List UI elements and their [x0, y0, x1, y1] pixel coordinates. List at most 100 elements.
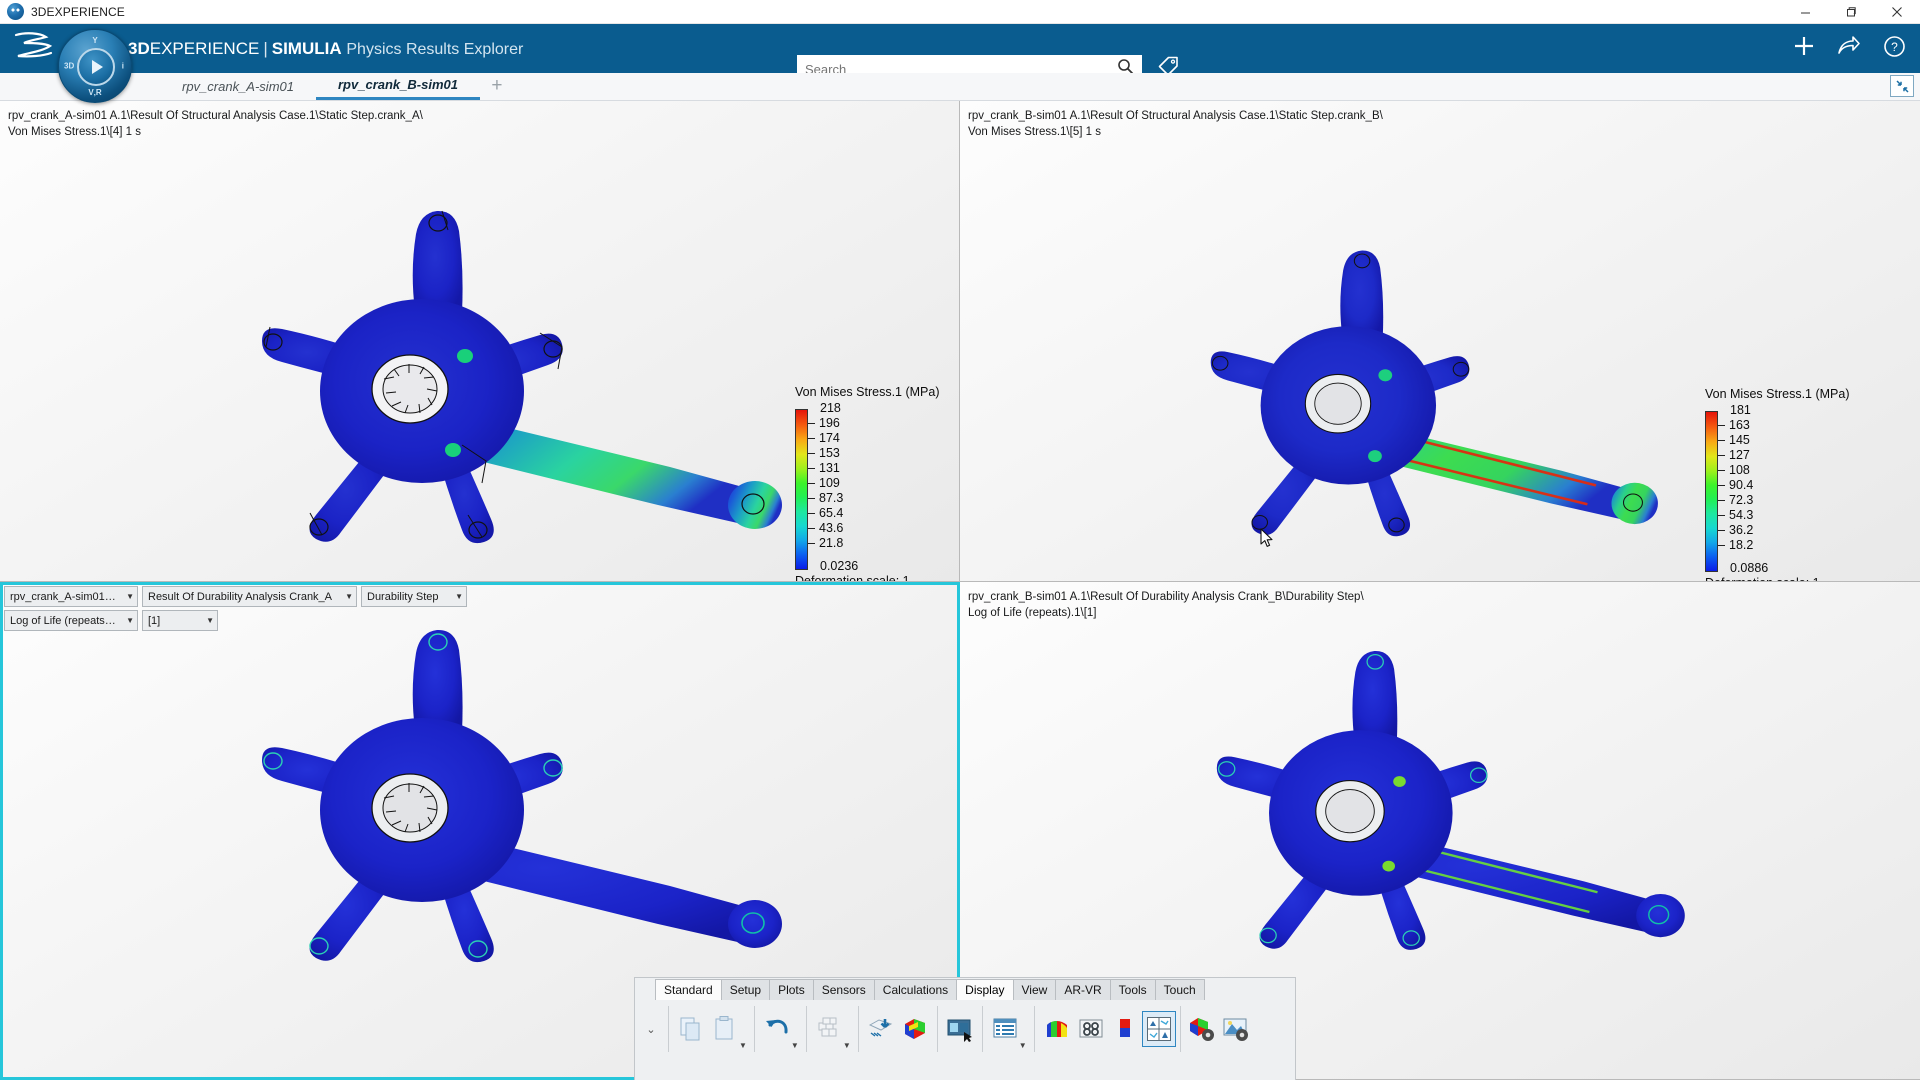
viewport-top-left[interactable]: rpv_crank_A-sim01 A.1\Result Of Structur…: [0, 101, 960, 582]
legend-top-right-title: Von Mises Stress.1 (MPa): [1705, 387, 1850, 401]
action-tab-plots[interactable]: Plots: [769, 979, 814, 1000]
brand-app-name: Physics Results Explorer: [346, 41, 523, 58]
paste-icon[interactable]: [708, 1011, 742, 1047]
window-title: 3DEXPERIENCE: [31, 5, 125, 19]
action-tab-display[interactable]: Display: [956, 979, 1013, 1000]
minimize-button[interactable]: [1782, 0, 1828, 24]
report-table-icon[interactable]: [988, 1011, 1022, 1047]
chevron-down-icon[interactable]: ▼: [451, 592, 463, 601]
action-tab-view[interactable]: View: [1013, 979, 1057, 1000]
legend-tick: 43.6: [819, 521, 843, 535]
legend-tick: 65.4: [819, 506, 843, 520]
legend-tick: 218: [820, 401, 841, 415]
brand-bar-actions: ?: [1793, 24, 1906, 73]
chevron-down-icon[interactable]: ▼: [202, 616, 214, 625]
help-icon[interactable]: ?: [1883, 35, 1906, 63]
animation-icon[interactable]: [943, 1011, 977, 1047]
contour-plot-icon[interactable]: [1040, 1011, 1074, 1047]
expand-toolbar-chevron-icon[interactable]: ⌄: [639, 1023, 663, 1036]
close-button[interactable]: [1874, 0, 1920, 24]
bottom-action-bar: Standard Setup Plots Sensors Calculation…: [634, 977, 1296, 1080]
legend-top-left-ticks: 218 196 174 153 131 109 87.3 65.4 43.6 2…: [808, 409, 928, 570]
document-tab-strip: rpv_crank_A-sim01 rpv_crank_B-sim01 +: [0, 73, 1920, 101]
frame-combo-value: [1]: [148, 615, 160, 627]
legend-tick: 0.0236: [820, 559, 858, 573]
mesh-icon[interactable]: [812, 1011, 846, 1047]
action-tab-ar-vr[interactable]: AR-VR: [1055, 979, 1110, 1000]
model-combo-value: rpv_crank_A-sim01 A.1: [10, 591, 116, 603]
legend-top-left: Von Mises Stress.1 (MPa) 218 196 174 153…: [795, 385, 940, 582]
color-scale-icon[interactable]: [1108, 1011, 1142, 1047]
compass-north-label: Y: [92, 36, 97, 45]
brand-bar: Y 3D i V‚R 3DEXPERIENCE|SIMULIA Physics …: [0, 24, 1920, 73]
legend-tick: 72.3: [1729, 493, 1753, 507]
legend-tick: 131: [819, 461, 840, 475]
legend-top-right-ticks: 181 163 145 127 108 90.4 72.3 54.3 36.2 …: [1718, 411, 1838, 572]
brand-3d: 3D: [128, 39, 150, 58]
field-combo[interactable]: Log of Life (repeats).1 ▼: [4, 610, 138, 631]
action-tab-sensors[interactable]: Sensors: [813, 979, 875, 1000]
add-icon[interactable]: [1793, 35, 1815, 62]
document-tabs: rpv_crank_A-sim01 rpv_crank_B-sim01 +: [160, 72, 514, 100]
undo-icon[interactable]: [760, 1011, 794, 1047]
legend-tick: 109: [819, 476, 840, 490]
chevron-down-icon[interactable]: ▼: [122, 616, 134, 625]
brand-separator: |: [263, 39, 267, 58]
compass-west-label: 3D: [64, 62, 74, 71]
frame-combo[interactable]: [1] ▼: [142, 610, 218, 631]
legend-tick: 127: [1729, 448, 1750, 462]
result-combo-value: Result Of Durability Analysis Crank_A: [148, 591, 332, 603]
share-icon[interactable]: [1837, 35, 1861, 62]
action-bar-tabs: Standard Setup Plots Sensors Calculation…: [635, 978, 1204, 1000]
viewport-top-right[interactable]: rpv_crank_B-sim01 A.1\Result Of Structur…: [960, 101, 1920, 582]
result-combo[interactable]: Result Of Durability Analysis Crank_A ▼: [142, 586, 357, 607]
viewport-grid: rpv_crank_A-sim01 A.1\Result Of Structur…: [0, 101, 1920, 1080]
action-tab-tools[interactable]: Tools: [1110, 979, 1156, 1000]
app-logo-icon: [7, 3, 24, 20]
step-combo[interactable]: Durability Step ▼: [361, 586, 467, 607]
legend-tick: 54.3: [1729, 508, 1753, 522]
legend-tick: 87.3: [819, 491, 843, 505]
controls-row-1: rpv_crank_A-sim01 A.1 ▼ Result Of Durabi…: [4, 586, 467, 607]
chevron-down-icon[interactable]: ▼: [341, 592, 353, 601]
legend-tick: 196: [819, 416, 840, 430]
image-options-icon[interactable]: [1219, 1011, 1253, 1047]
controls-row-2: Log of Life (repeats).1 ▼ [1] ▼: [4, 610, 467, 631]
legend-tick: 163: [1729, 418, 1750, 432]
plot-options-icon[interactable]: [1185, 1011, 1219, 1047]
legend-tick: 153: [819, 446, 840, 460]
model-combo[interactable]: rpv_crank_A-sim01 A.1 ▼: [4, 586, 138, 607]
deformed-shape-icon[interactable]: [898, 1011, 932, 1047]
dassault-systemes-logo-icon: [10, 29, 62, 68]
action-tab-setup[interactable]: Setup: [721, 979, 770, 1000]
window-title-bar: 3DEXPERIENCE: [0, 0, 1920, 24]
symbol-plot-icon[interactable]: [1074, 1011, 1108, 1047]
multi-view-grid-icon[interactable]: [1142, 1011, 1176, 1047]
maximize-button[interactable]: [1828, 0, 1874, 24]
legend-tick: 181: [1730, 403, 1751, 417]
action-tab-standard[interactable]: Standard: [655, 979, 722, 1000]
legend-top-right-colorbar: [1705, 411, 1718, 572]
legend-tick: 90.4: [1729, 478, 1753, 492]
tab-rpv-crank-a-sim01[interactable]: rpv_crank_A-sim01: [160, 72, 316, 100]
legend-tick: 21.8: [819, 536, 843, 550]
add-tab-button[interactable]: +: [480, 72, 514, 100]
chevron-down-icon[interactable]: ▼: [122, 592, 134, 601]
collapse-viewport-button[interactable]: [1890, 75, 1914, 97]
legend-tick: 36.2: [1729, 523, 1753, 537]
action-tab-calculations[interactable]: Calculations: [874, 979, 957, 1000]
legend-tick: 145: [1729, 433, 1750, 447]
legend-top-left-colorbar: [795, 409, 808, 570]
copy-icon[interactable]: [674, 1011, 708, 1047]
import-field-icon[interactable]: [864, 1011, 898, 1047]
legend-top-left-deformation-scale: Deformation scale: 1: [795, 574, 940, 582]
compass-east-label: i: [122, 62, 124, 71]
window-controls: [1782, 0, 1920, 24]
field-combo-value: Log of Life (repeats).1: [10, 615, 116, 627]
action-tab-touch[interactable]: Touch: [1155, 979, 1205, 1000]
legend-tick: 0.0886: [1730, 561, 1768, 575]
tab-rpv-crank-b-sim01[interactable]: rpv_crank_B-sim01: [316, 72, 480, 100]
compass-center-button[interactable]: [77, 48, 115, 86]
step-combo-value: Durability Step: [367, 591, 439, 603]
compass-3dexperience-icon[interactable]: Y 3D i V‚R: [58, 29, 132, 103]
